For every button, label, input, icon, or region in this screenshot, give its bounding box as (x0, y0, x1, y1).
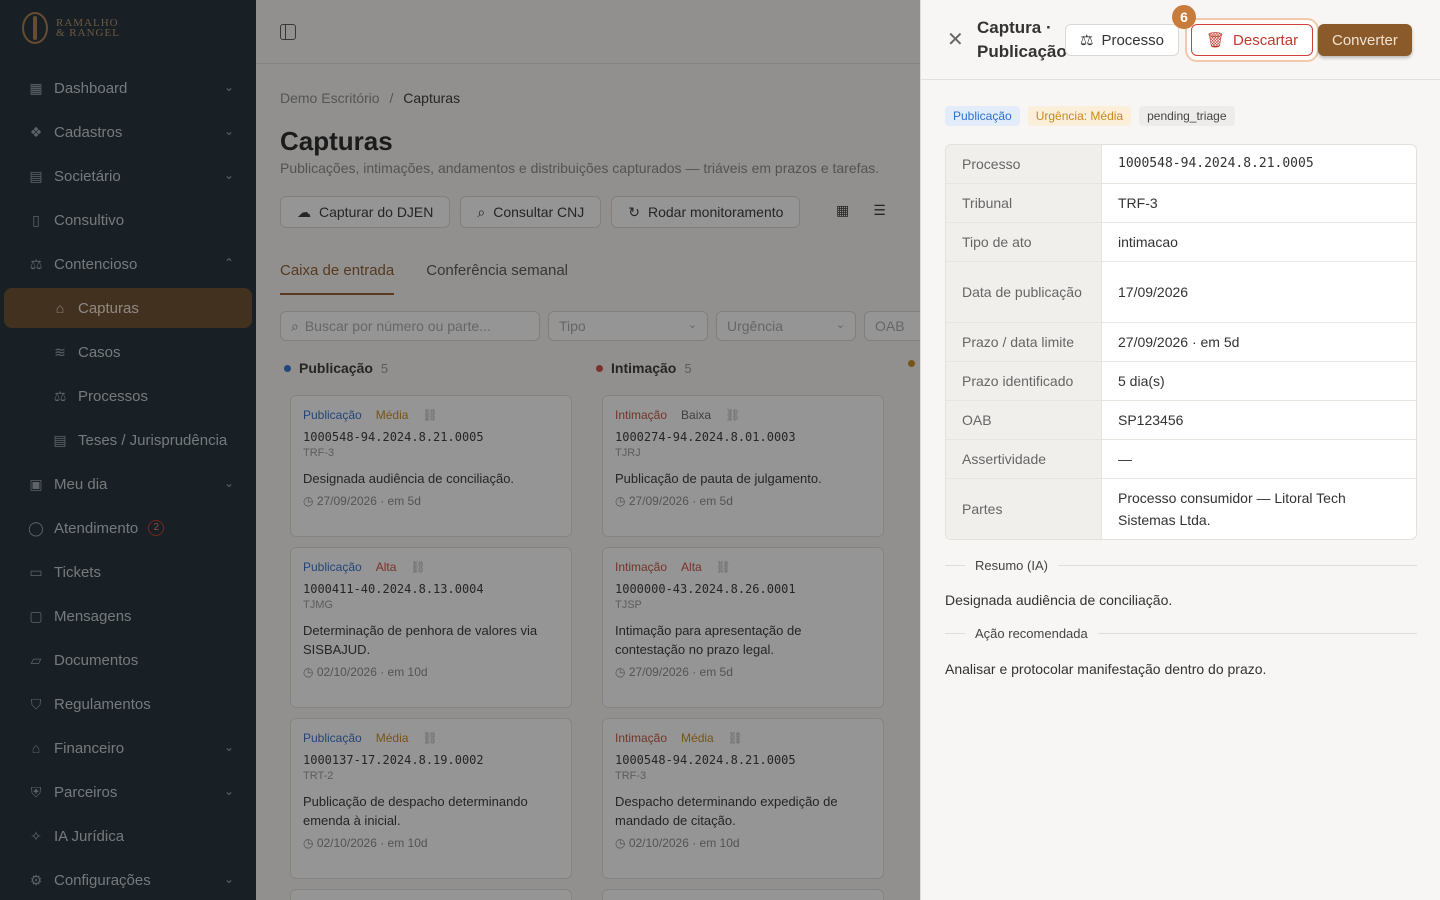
section-title: Resumo (IA) (975, 558, 1048, 573)
detail-value: — (1118, 451, 1132, 467)
capture-detail-drawer: ✕ Captura · Publicação ⚖ Processo 🗑 Descar… (920, 0, 1440, 900)
type-pill: Publicação (945, 106, 1020, 126)
detail-row: Assertividade — (946, 440, 1416, 479)
close-icon[interactable]: ✕ (947, 30, 964, 50)
detail-row: OAB SP123456 (946, 401, 1416, 440)
acao-text: Analisar e protocolar manifestação dentr… (945, 661, 1267, 677)
step-badge: 6 (1172, 5, 1196, 29)
detail-value: Processo consumidor — Litoral Tech Siste… (1118, 490, 1346, 528)
detail-key: Prazo / data limite (946, 323, 1102, 361)
section-title: Ação recomendada (975, 626, 1088, 641)
detail-key: Tipo de ato (946, 223, 1102, 261)
button-label: Converter (1332, 31, 1398, 49)
scale-icon: ⚖ (1080, 32, 1094, 49)
detail-row: Tribunal TRF-3 (946, 184, 1416, 223)
detail-value: TRF-3 (1118, 195, 1158, 211)
capture-tags: Publicação Urgência: Média pending_triag… (945, 106, 1235, 126)
detail-value: 27/09/2026 · em 5d (1118, 334, 1240, 350)
detail-row: Partes Processo consumidor — Litoral Tech… (946, 479, 1416, 539)
drawer-header: ✕ Captura · Publicação ⚖ Processo 🗑 Descar… (921, 0, 1440, 80)
detail-key: Processo (946, 145, 1102, 183)
detail-row: Tipo de ato intimacao (946, 223, 1416, 262)
processo-button[interactable]: ⚖ Processo (1065, 24, 1179, 56)
status-pill: pending_triage (1139, 106, 1235, 126)
detail-value: 5 dia(s) (1118, 373, 1165, 389)
detail-key: Partes (946, 479, 1102, 539)
trash-icon: 🗑 (1206, 32, 1226, 49)
button-label: Processo (1101, 31, 1164, 49)
detail-value: 1000548-94.2024.8.21.0005 (1118, 156, 1314, 171)
detail-row: Prazo / data limite 27/09/2026 · em 5d (946, 323, 1416, 362)
detail-value: intimacao (1118, 234, 1178, 250)
detail-row: Processo 1000548-94.2024.8.21.0005 (946, 145, 1416, 184)
urgency-pill: Urgência: Média (1027, 106, 1132, 126)
acao-section-header: Ação recomendada (945, 626, 1417, 641)
modal-backdrop[interactable] (0, 0, 920, 900)
detail-key: Data de publicação (946, 262, 1102, 322)
detail-value: 17/09/2026 (1118, 284, 1189, 300)
detail-key: Prazo identificado (946, 362, 1102, 400)
detail-key: Assertividade (946, 440, 1102, 478)
detail-value: SP123456 (1118, 412, 1184, 428)
resumo-section-header: Resumo (IA) (945, 558, 1417, 573)
detail-key: OAB (946, 401, 1102, 439)
converter-button[interactable]: Converter (1318, 24, 1412, 56)
detail-key: Tribunal (946, 184, 1102, 222)
descartar-button[interactable]: 🗑 Descartar (1191, 24, 1314, 56)
capture-details-table: Processo 1000548-94.2024.8.21.0005 Tribun… (945, 144, 1417, 540)
detail-row: Data de publicação 17/09/2026 (946, 262, 1416, 323)
resumo-text: Designada audiência de conciliação. (945, 592, 1173, 608)
button-label: Descartar (1233, 31, 1299, 49)
detail-row: Prazo identificado 5 dia(s) (946, 362, 1416, 401)
drawer-title: Captura · Publicação (977, 18, 1067, 61)
